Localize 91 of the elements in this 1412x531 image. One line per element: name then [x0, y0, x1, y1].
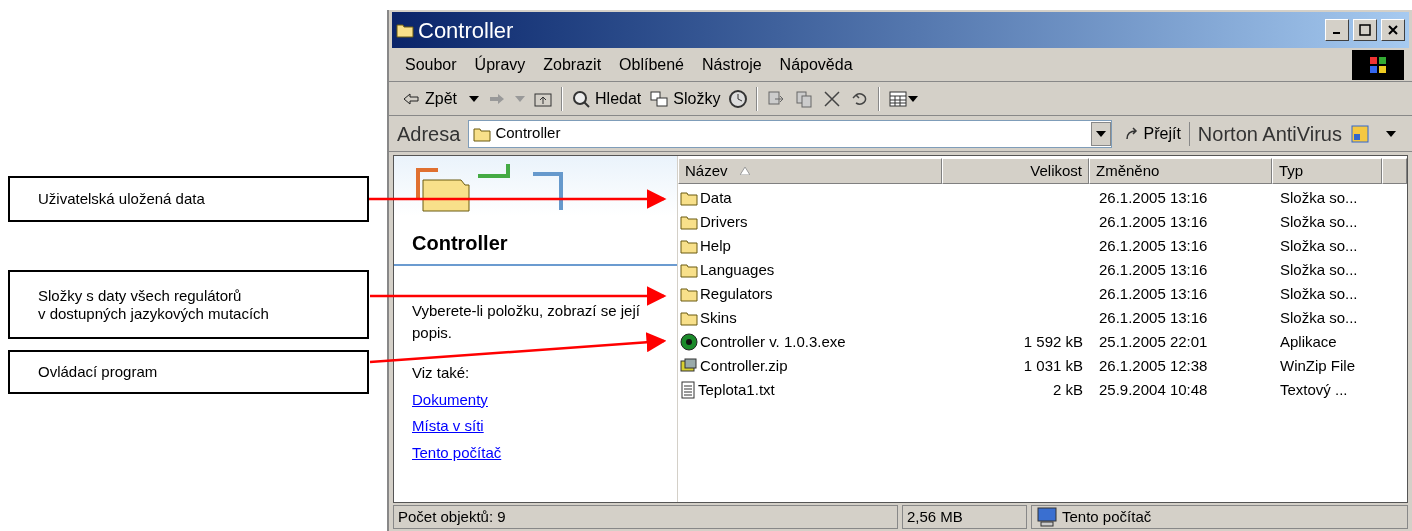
size-cell: 1 592 kB [1023, 332, 1083, 350]
clock-icon [728, 88, 749, 109]
modified-cell: 25.1.2005 22:01 [1099, 332, 1208, 350]
type-cell: Textový ... [1280, 380, 1348, 398]
type-cell: Složka so... [1280, 212, 1358, 230]
modified-cell: 26.1.2005 13:16 [1099, 212, 1208, 230]
pane-title: Controller [394, 216, 677, 266]
menu-item[interactable]: Nástroje [694, 52, 770, 77]
menu-item[interactable]: Oblíbené [611, 52, 692, 77]
modified-cell: 26.1.2005 13:16 [1099, 308, 1208, 326]
back-button[interactable]: Zpět [397, 84, 483, 113]
close-icon [1387, 24, 1399, 36]
pane-link[interactable]: Místa v síti [412, 415, 484, 438]
file-name-cell[interactable]: Skins [678, 306, 942, 330]
minimize-icon [1331, 30, 1343, 36]
status-count: Počet objektů: 9 [393, 505, 898, 529]
modified-cell: 26.1.2005 13:16 [1099, 284, 1208, 302]
copy-icon [794, 88, 815, 109]
caret-icon [1386, 130, 1396, 137]
go-arrow-icon [1123, 125, 1140, 142]
computer-icon [1036, 507, 1058, 527]
column-header[interactable]: Název [678, 158, 942, 184]
search-icon [571, 88, 591, 109]
menu-item[interactable]: Nápověda [771, 52, 861, 77]
modified-cell: 26.1.2005 13:16 [1099, 188, 1208, 206]
maximize-icon [1359, 24, 1371, 36]
column-header[interactable]: Typ [1272, 158, 1382, 184]
menu-item[interactable]: Zobrazit [535, 52, 610, 77]
status-location: Tento počítač [1031, 505, 1408, 529]
type-cell: Složka so... [1280, 188, 1358, 206]
folder-icon [680, 310, 698, 326]
modified-cell: 26.1.2005 13:16 [1099, 260, 1208, 278]
callout-box: Složky s daty všech regulátorů v dostupných jazykových mutacích [8, 270, 369, 339]
file-name-cell[interactable]: Data [678, 186, 942, 210]
zip-icon [680, 357, 698, 375]
column-header[interactable]: Velikost [942, 158, 1089, 184]
type-cell: Složka so... [1280, 260, 1358, 278]
folder-icon [680, 214, 698, 230]
type-cell: Složka so... [1280, 284, 1358, 302]
address-field[interactable]: Controller [468, 119, 1112, 148]
disc-icon [680, 333, 698, 351]
size-cell: 1 031 kB [1023, 356, 1083, 374]
type-cell: Složka so... [1280, 236, 1358, 254]
folder-icon [396, 22, 414, 38]
menu-item[interactable]: Úpravy [466, 52, 534, 77]
windows-logo [1352, 49, 1404, 80]
callout-box: Ovládací program [8, 350, 369, 394]
close-icon [822, 88, 843, 109]
address-label: Adresa [397, 121, 461, 147]
column-header[interactable]: Změněno [1089, 158, 1272, 184]
caret-icon [515, 95, 525, 102]
modified-cell: 26.1.2005 12:38 [1099, 356, 1208, 374]
modified-cell: 26.1.2005 13:16 [1099, 236, 1208, 254]
folder-icon [680, 262, 698, 278]
pane-link[interactable]: Tento počítač [412, 441, 502, 464]
folders-button[interactable]: Složky [645, 84, 725, 113]
file-name-cell[interactable]: Regulators [678, 282, 942, 306]
modified-cell: 25.9.2004 10:48 [1099, 380, 1208, 398]
menu-item[interactable]: Soubor [397, 52, 465, 77]
caret-icon [908, 95, 919, 102]
callout-box: Uživatelská uložená data [8, 176, 369, 222]
folder-icon [680, 190, 698, 206]
caret-icon [1095, 130, 1106, 137]
minimize-button[interactable] [1325, 19, 1349, 41]
type-cell: Aplikace [1280, 332, 1337, 350]
caret-icon [469, 95, 479, 102]
see-also-label: Viz také: [412, 363, 471, 383]
search-button[interactable]: Hledat [567, 84, 646, 113]
go-button[interactable]: Přejít [1119, 121, 1190, 146]
folders-icon [649, 88, 670, 109]
norton-label: Norton AntiVirus [1197, 121, 1342, 147]
file-name-cell[interactable]: Teplota1.txt [678, 378, 942, 402]
status-size: 2,56 MB [902, 505, 1027, 529]
file-name-cell[interactable]: Controller.zip [678, 354, 942, 378]
pane-link[interactable]: Dokumenty [412, 388, 488, 411]
type-cell: WinZip File [1280, 356, 1355, 374]
maximize-button[interactable] [1353, 19, 1377, 41]
close-button[interactable] [1381, 19, 1405, 41]
type-cell: Složka so... [1280, 308, 1358, 326]
window-title: Controller [418, 16, 515, 45]
document-icon [680, 381, 696, 399]
size-cell: 2 kB [1053, 380, 1083, 398]
folder-icon [680, 286, 698, 302]
pane-description: Vyberete-li položku, zobrazí se její popis. [412, 301, 641, 343]
file-name-cell[interactable]: Drivers [678, 210, 942, 234]
folder-icon [680, 238, 698, 254]
file-name-cell[interactable]: Languages [678, 258, 942, 282]
folder-icon [473, 125, 492, 142]
grid-view-icon [888, 88, 909, 109]
file-name-cell[interactable]: Help [678, 234, 942, 258]
file-name-cell[interactable]: Controller v. 1.0.3.exe [678, 330, 942, 354]
